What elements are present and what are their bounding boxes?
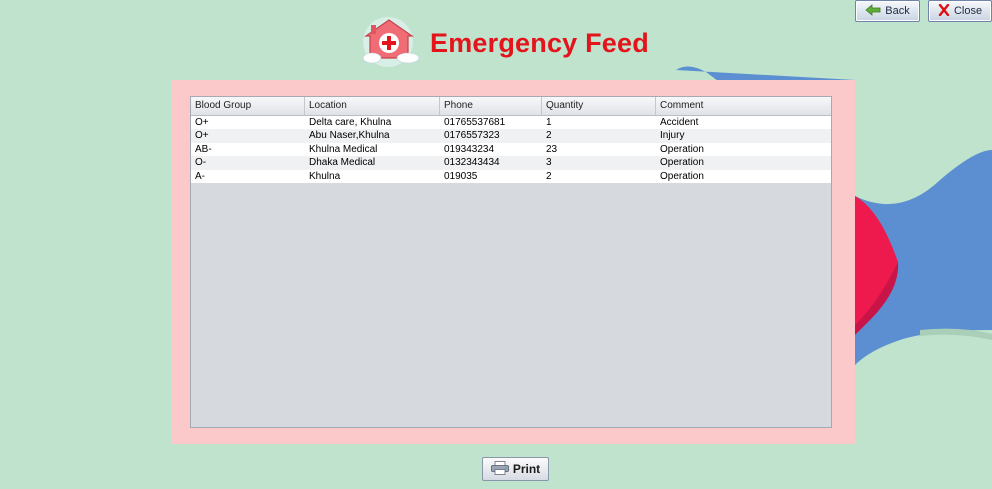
page-title: Emergency Feed	[430, 28, 649, 58]
cell-location: Dhaka Medical	[309, 157, 376, 169]
cell-phone: 01765537681	[444, 117, 506, 128]
cell-blood-group: AB-	[195, 143, 212, 155]
cell-blood-group: O+	[195, 117, 209, 128]
red-x-icon	[938, 3, 950, 19]
feed-panel: Blood Group Location Phone Quantity Comm…	[171, 80, 855, 444]
emergency-feed-table[interactable]: Blood Group Location Phone Quantity Comm…	[190, 96, 832, 428]
table-row[interactable]: AB- Khulna Medical 019343234 23 Operatio…	[191, 142, 831, 157]
cell-location: Khulna Medical	[309, 143, 378, 155]
cell-phone: 0132343434	[444, 157, 500, 169]
cell-comment: Accident	[660, 117, 699, 128]
table-row[interactable]: A- Khulna 019035 2 Operation	[191, 169, 831, 183]
table-row[interactable]: O+ Delta care, Khulna 01765537681 1 Acci…	[191, 116, 831, 130]
table-header: Blood Group Location Phone Quantity Comm…	[191, 97, 831, 116]
back-arrow-icon	[865, 3, 881, 19]
cell-phone: 0176557323	[444, 130, 500, 142]
print-button-label: Print	[512, 462, 541, 476]
cell-comment: Operation	[660, 157, 704, 169]
cell-location: Abu Naser,Khulna	[309, 130, 390, 142]
cell-phone: 019035	[444, 170, 478, 182]
close-button[interactable]: Close	[928, 0, 992, 22]
page-header: Emergency Feed	[356, 14, 649, 73]
close-button-label: Close	[953, 5, 983, 17]
print-button[interactable]: Print	[482, 457, 549, 481]
column-header-comment[interactable]: Comment	[656, 97, 831, 115]
cell-quantity: 2	[546, 130, 552, 142]
cell-phone: 019343234	[444, 143, 495, 155]
cell-comment: Operation	[660, 170, 704, 182]
table-row[interactable]: O+ Abu Naser,Khulna 0176557323 2 Injury	[191, 129, 831, 143]
hospital-house-icon	[356, 14, 422, 73]
cell-quantity: 1	[546, 117, 552, 128]
cell-location: Delta care, Khulna	[309, 117, 392, 128]
cell-quantity: 3	[546, 157, 552, 169]
cell-blood-group: A-	[195, 170, 205, 182]
cell-blood-group: O-	[195, 157, 207, 169]
cell-quantity: 2	[546, 170, 552, 182]
cell-location: Khulna	[309, 170, 341, 182]
column-header-blood-group[interactable]: Blood Group	[191, 97, 305, 115]
cell-quantity: 23	[546, 143, 558, 155]
printer-icon	[490, 460, 509, 478]
back-button[interactable]: Back	[855, 0, 920, 22]
column-header-quantity[interactable]: Quantity	[542, 97, 656, 115]
back-button-label: Back	[885, 5, 910, 17]
table-row[interactable]: O- Dhaka Medical 0132343434 3 Operation	[191, 156, 831, 170]
cell-blood-group: O+	[195, 130, 209, 142]
cell-comment: Injury	[660, 130, 685, 142]
column-header-phone[interactable]: Phone	[440, 97, 542, 115]
cell-comment: Operation	[660, 143, 704, 155]
column-header-location[interactable]: Location	[305, 97, 440, 115]
